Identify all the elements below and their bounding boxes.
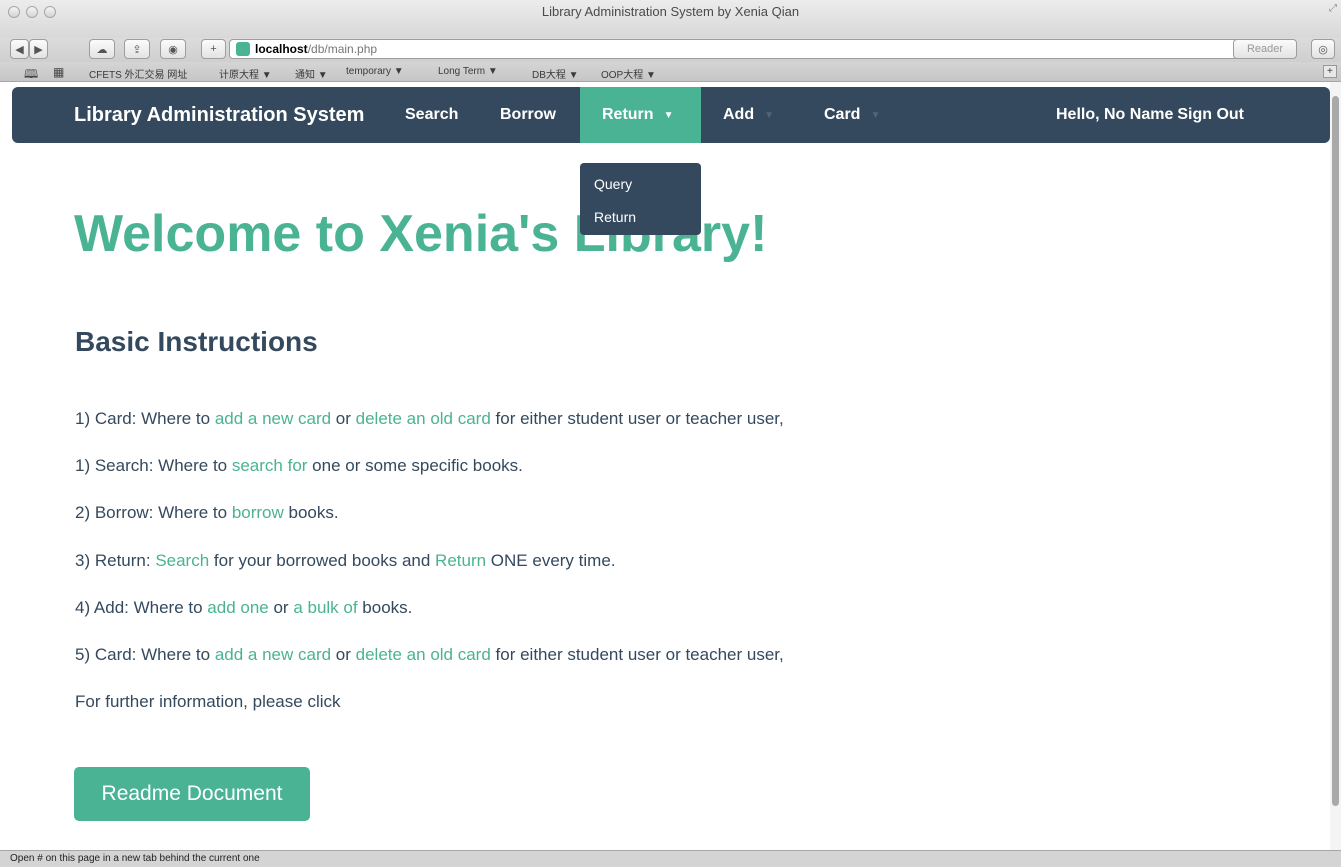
instruction-text: 1) Search: Where to — [75, 456, 232, 475]
back-arrow-icon: ◀ — [15, 43, 24, 56]
bookmarks-bar: 🕮 ▦ CFETS 外汇交易 网址 计原大程 ▼ 通知 ▼ temporary … — [0, 62, 1341, 82]
instruction-text: or — [331, 645, 356, 664]
instructions-heading: Basic Instructions — [75, 326, 318, 357]
instruction-text: 1) Card: Where to — [75, 409, 215, 428]
forward-arrow-icon: ▶ — [34, 43, 43, 56]
instruction-text: or — [268, 598, 294, 617]
nav-borrow-label: Borrow — [500, 106, 556, 123]
site-navbar: Library Administration System Search Bor… — [12, 87, 1330, 143]
add-card-link[interactable]: add a new card — [215, 645, 331, 664]
bookmark-item[interactable]: 计原大程 ▼ — [219, 66, 272, 81]
instruction-line: 1) Card: Where to add a new card or dele… — [75, 409, 784, 429]
url-host: localhost — [255, 42, 308, 56]
instruction-text: for either student user or teacher user, — [490, 645, 784, 664]
delete-card-link[interactable]: delete an old card — [356, 409, 491, 428]
scrollbar-thumb[interactable] — [1332, 96, 1339, 806]
return-dropdown-menu: Query Return — [580, 163, 701, 235]
search-link[interactable]: Search — [155, 551, 209, 570]
status-bar: Open # on this page in a new tab behind … — [0, 850, 1341, 867]
instruction-text: one or some specific books. — [307, 456, 523, 475]
instruction-line: 4) Add: Where to add one or a bulk of bo… — [75, 598, 412, 618]
nav-return-label: Return — [602, 106, 654, 123]
instruction-text: For further information, please click — [75, 692, 341, 711]
nav-search[interactable]: Search — [383, 87, 480, 143]
site-brand[interactable]: Library Administration System — [74, 104, 364, 127]
return-link[interactable]: Return — [435, 551, 486, 570]
bookmark-item[interactable]: DB大程 ▼ — [532, 66, 579, 81]
instruction-text: or — [331, 409, 356, 428]
instruction-text: for your borrowed books and — [209, 551, 436, 570]
web-page: Library Administration System Search Bor… — [12, 82, 1330, 850]
page-scrollbar[interactable] — [1330, 82, 1341, 850]
add-one-link[interactable]: add one — [207, 598, 268, 617]
forward-button[interactable]: ▶ — [29, 39, 48, 59]
instruction-line: 2) Borrow: Where to borrow books. — [75, 503, 339, 523]
share-icon: ⇪ — [132, 43, 142, 56]
download-icon: ◎ — [1318, 43, 1328, 56]
add-card-link[interactable]: add a new card — [215, 409, 331, 428]
sign-out-link[interactable]: Sign Out — [1177, 106, 1244, 123]
window-title: Library Administration System by Xenia Q… — [541, 4, 800, 19]
extension-button[interactable]: ◉ — [160, 39, 186, 59]
instruction-text: 3) Return: — [75, 551, 156, 570]
bookmark-item[interactable]: 通知 ▼ — [295, 66, 328, 81]
nav-add[interactable]: Add ▼ — [701, 87, 796, 143]
nav-card-label: Card — [824, 106, 861, 123]
user-greeting: Hello, No Name — [1055, 106, 1174, 123]
bookmark-item[interactable]: Long Term ▼ — [438, 66, 498, 77]
dropdown-item-return[interactable]: Return — [580, 207, 701, 240]
downloads-button[interactable]: ◎ — [1311, 39, 1335, 59]
instruction-text: 5) Card: Where to — [75, 645, 215, 664]
dropdown-item-query[interactable]: Query — [580, 174, 701, 207]
user-area: Hello, No Name Sign Out — [1056, 106, 1244, 124]
instruction-line: 5) Card: Where to add a new card or dele… — [75, 645, 784, 665]
url-path: /db/main.php — [307, 42, 378, 56]
fullscreen-icon[interactable]: ⤢ — [1329, 3, 1337, 14]
site-favicon-icon — [236, 42, 250, 56]
address-bar[interactable]: localhost /db/main.php ↻ — [229, 39, 1260, 59]
plus-icon: + — [210, 43, 217, 55]
instruction-text: 2) Borrow: Where to — [75, 503, 232, 522]
instruction-line: For further information, please click — [75, 692, 341, 712]
browser-toolbar: ◀ ▶ ☁ ⇪ ◉ + localhost /db/main.php ↻ Rea… — [0, 38, 1341, 62]
window-titlebar: Library Administration System by Xenia Q… — [0, 0, 1341, 38]
chevron-down-icon: ▼ — [663, 109, 674, 121]
instruction-text: ONE every time. — [486, 551, 616, 570]
readme-document-button[interactable]: Readme Document — [74, 767, 310, 821]
instruction-text: books. — [283, 503, 339, 522]
share-button[interactable]: ⇪ — [124, 39, 150, 59]
chevron-down-icon: ▼ — [870, 109, 881, 121]
instruction-text: for either student user or teacher user, — [490, 409, 784, 428]
instruction-text: books. — [357, 598, 413, 617]
search-for-link[interactable]: search for — [232, 456, 308, 475]
instruction-line: 1) Search: Where to search for one or so… — [75, 456, 523, 476]
bookmark-item[interactable]: OOP大程 ▼ — [601, 66, 656, 81]
new-tab-button[interactable]: + — [201, 39, 226, 59]
reader-button[interactable]: Reader — [1233, 39, 1297, 59]
delete-card-link[interactable]: delete an old card — [356, 645, 491, 664]
nav-add-label: Add — [723, 106, 755, 123]
cloud-icon: ☁ — [96, 43, 108, 56]
nav-return[interactable]: Return ▼ — [580, 87, 701, 143]
nav-card[interactable]: Card ▼ — [802, 87, 902, 143]
chevron-down-icon: ▼ — [764, 109, 775, 121]
bookmark-item[interactable]: temporary ▼ — [346, 66, 404, 77]
bookmark-item[interactable]: CFETS 外汇交易 网址 — [89, 66, 187, 81]
circle-icon: ◉ — [168, 43, 178, 56]
grid-icon[interactable]: ▦ — [53, 65, 64, 79]
nav-search-label: Search — [405, 106, 459, 123]
borrow-link[interactable]: borrow — [232, 503, 284, 522]
instruction-line: 3) Return: Search for your borrowed book… — [75, 551, 616, 571]
add-bulk-link[interactable]: a bulk of — [293, 598, 357, 617]
icloud-button[interactable]: ☁ — [89, 39, 115, 59]
nav-borrow[interactable]: Borrow — [478, 87, 578, 143]
back-button[interactable]: ◀ — [10, 39, 29, 59]
add-bookmark-button[interactable]: + — [1323, 65, 1337, 78]
instruction-text: 4) Add: Where to — [75, 598, 208, 617]
